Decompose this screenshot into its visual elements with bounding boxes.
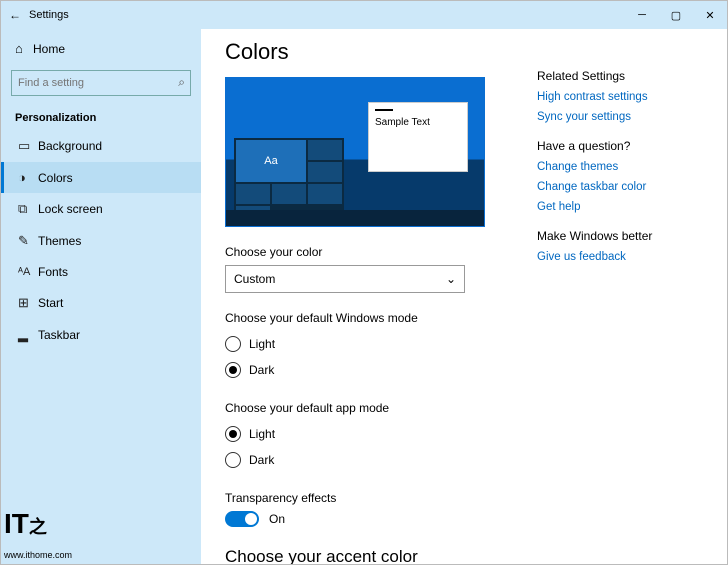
sidebar-item-start[interactable]: ⊞ Start <box>1 287 201 319</box>
start-icon: ⊞ <box>18 295 38 311</box>
maximize-button[interactable]: ▢ <box>659 9 693 22</box>
link-feedback[interactable]: Give us feedback <box>537 251 707 263</box>
sidebar-item-lock-screen[interactable]: ⧉ Lock screen <box>1 193 201 225</box>
transparency-state: On <box>269 512 285 526</box>
radio-icon <box>225 362 241 378</box>
link-change-taskbar-color[interactable]: Change taskbar color <box>537 181 707 193</box>
better-heading: Make Windows better <box>537 229 707 243</box>
titlebar: ← Settings ─ ▢ ✕ <box>1 1 727 29</box>
window-title: Settings <box>29 9 625 21</box>
preview-window: Sample Text <box>368 102 468 172</box>
accent-heading: Choose your accent color <box>225 547 517 564</box>
chevron-down-icon: ⌄ <box>446 272 456 286</box>
sidebar-item-fonts[interactable]: ᴬA Fonts <box>1 257 201 287</box>
picture-icon: ▭ <box>18 138 38 154</box>
home-link[interactable]: ⌂ Home <box>1 33 201 64</box>
themes-icon: ✎ <box>18 233 38 249</box>
windows-mode-dark[interactable]: Dark <box>225 357 517 383</box>
app-mode-light[interactable]: Light <box>225 421 517 447</box>
related-settings-heading: Related Settings <box>537 69 707 83</box>
windows-mode-label: Choose your default Windows mode <box>225 311 517 325</box>
link-high-contrast[interactable]: High contrast settings <box>537 91 707 103</box>
choose-color-value: Custom <box>234 272 275 286</box>
nav-list: ▭ Background ◑ Colors ⧉ Lock screen ✎ Th… <box>1 130 201 351</box>
main-content: Colors Sample Text Aa <box>225 39 517 544</box>
palette-icon: ◑ <box>18 170 38 185</box>
home-label: Home <box>33 42 65 56</box>
choose-color-dropdown[interactable]: Custom ⌄ <box>225 265 465 293</box>
home-icon: ⌂ <box>15 41 33 56</box>
sidebar-item-themes[interactable]: ✎ Themes <box>1 225 201 257</box>
link-get-help[interactable]: Get help <box>537 201 707 213</box>
radio-icon <box>225 426 241 442</box>
minimize-button[interactable]: ─ <box>625 9 659 21</box>
right-column: Related Settings High contrast settings … <box>537 39 707 544</box>
app-mode-label: Choose your default app mode <box>225 401 517 415</box>
link-change-themes[interactable]: Change themes <box>537 161 707 173</box>
sidebar-item-taskbar[interactable]: ▂ Taskbar <box>1 319 201 351</box>
sidebar-item-background[interactable]: ▭ Background <box>1 130 201 162</box>
choose-color-label: Choose your color <box>225 245 517 259</box>
transparency-label: Transparency effects <box>225 491 517 505</box>
page-title: Colors <box>225 39 517 65</box>
transparency-toggle[interactable] <box>225 511 259 527</box>
link-sync-settings[interactable]: Sync your settings <box>537 111 707 123</box>
sidebar-item-colors[interactable]: ◑ Colors <box>1 162 201 193</box>
color-preview: Sample Text Aa <box>225 77 485 227</box>
sidebar: ⌂ Home ⌕ Personalization ▭ Background ◑ … <box>1 29 201 564</box>
preview-sample-text: Sample Text <box>375 117 430 128</box>
search-icon: ⌕ <box>178 75 185 90</box>
preview-start-menu: Aa <box>234 138 344 210</box>
windows-mode-light[interactable]: Light <box>225 331 517 357</box>
app-mode-dark[interactable]: Dark <box>225 447 517 473</box>
question-heading: Have a question? <box>537 139 707 153</box>
preview-taskbar <box>226 210 484 226</box>
search-box[interactable]: ⌕ <box>11 70 191 96</box>
taskbar-icon: ▂ <box>18 327 38 343</box>
category-heading: Personalization <box>1 102 201 130</box>
preview-aa-tile: Aa <box>236 140 306 182</box>
fonts-icon: ᴬA <box>18 266 38 278</box>
lock-icon: ⧉ <box>18 201 38 217</box>
search-input[interactable] <box>11 70 191 96</box>
radio-icon <box>225 336 241 352</box>
radio-icon <box>225 452 241 468</box>
close-button[interactable]: ✕ <box>693 9 727 22</box>
back-button[interactable]: ← <box>1 8 29 22</box>
